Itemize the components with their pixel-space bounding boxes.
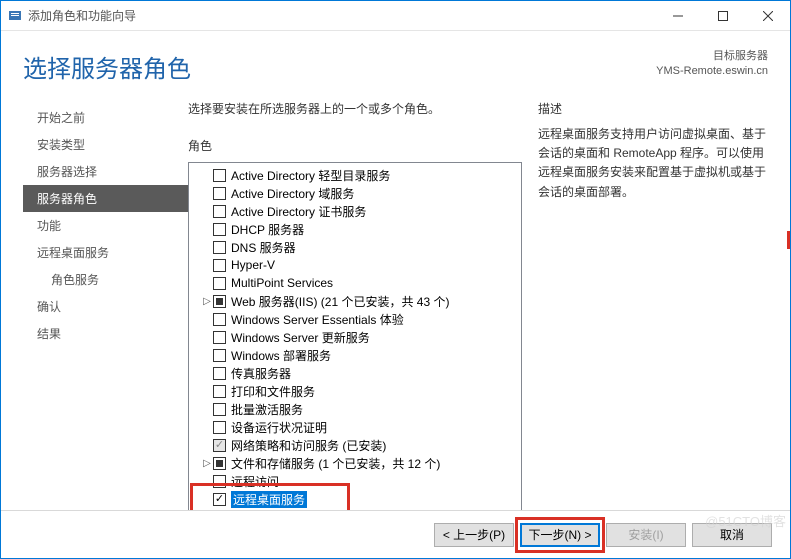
role-row[interactable]: DNS 服务器 (191, 238, 521, 256)
role-row[interactable]: 设备运行状况证明 (191, 418, 521, 436)
nav-item-2[interactable]: 服务器选择 (23, 158, 188, 185)
role-checkbox[interactable] (213, 313, 226, 326)
description-text: 远程桌面服务支持用户访问虚拟桌面、基于会话的桌面和 RemoteApp 程序。可… (538, 125, 768, 202)
destination-server: 目标服务器 YMS-Remote.eswin.cn (656, 49, 768, 84)
description-panel: 描述 远程桌面服务支持用户访问虚拟桌面、基于会话的桌面和 RemoteApp 程… (538, 100, 768, 510)
roles-panel: 选择要安装在所选服务器上的一个或多个角色。 角色 Active Director… (188, 100, 538, 510)
prev-button[interactable]: < 上一步(P) (434, 523, 514, 547)
role-checkbox[interactable] (213, 385, 226, 398)
role-row[interactable]: MultiPoint Services (191, 274, 521, 292)
role-label: 远程访问 (231, 473, 279, 490)
minimize-button[interactable] (655, 1, 700, 30)
role-row[interactable]: ▷ 文件和存储服务 (1 个已安装，共 12 个) (191, 454, 521, 472)
role-label: Active Directory 证书服务 (231, 203, 366, 220)
role-row[interactable]: Active Directory 证书服务 (191, 202, 521, 220)
role-row[interactable]: 网络策略和访问服务 (已安装) (191, 436, 521, 454)
role-checkbox[interactable] (213, 241, 226, 254)
footer: < 上一步(P) 下一步(N) > 安装(I) 取消 (1, 510, 790, 558)
role-checkbox[interactable] (213, 457, 226, 470)
role-row[interactable]: 打印和文件服务 (191, 382, 521, 400)
role-checkbox[interactable] (213, 421, 226, 434)
role-label: 传真服务器 (231, 365, 291, 382)
role-row[interactable]: 主机保护者服务 (191, 508, 521, 510)
window-title: 添加角色和功能向导 (28, 7, 655, 24)
role-label: Windows 部署服务 (231, 347, 331, 364)
role-label: 批量激活服务 (231, 401, 303, 418)
header: 选择服务器角色 目标服务器 YMS-Remote.eswin.cn (1, 31, 790, 84)
nav-item-6[interactable]: 角色服务 (23, 266, 188, 293)
role-row[interactable]: 远程桌面服务 (191, 490, 521, 508)
expand-icon[interactable]: ▷ (201, 458, 213, 469)
role-label: Active Directory 域服务 (231, 185, 354, 202)
role-row[interactable]: Active Directory 轻型目录服务 (191, 166, 521, 184)
role-checkbox[interactable] (213, 493, 226, 506)
description-title: 描述 (538, 100, 768, 117)
role-label: DNS 服务器 (231, 239, 296, 256)
role-row[interactable]: ▷ Web 服务器(IIS) (21 个已安装，共 43 个) (191, 292, 521, 310)
nav-sidebar: 开始之前安装类型服务器选择服务器角色功能远程桌面服务角色服务确认结果 (23, 100, 188, 510)
role-row[interactable]: Windows Server Essentials 体验 (191, 310, 521, 328)
role-checkbox[interactable] (213, 223, 226, 236)
role-label: Active Directory 轻型目录服务 (231, 167, 390, 184)
role-checkbox[interactable] (213, 367, 226, 380)
nav-item-3[interactable]: 服务器角色 (23, 185, 188, 212)
role-label: 主机保护者服务 (231, 509, 315, 511)
nav-item-1[interactable]: 安装类型 (23, 131, 188, 158)
role-label: Windows Server Essentials 体验 (231, 311, 404, 328)
role-row[interactable]: Active Directory 域服务 (191, 184, 521, 202)
role-checkbox[interactable] (213, 295, 226, 308)
next-button[interactable]: 下一步(N) > (520, 523, 600, 547)
role-row[interactable]: Windows 部署服务 (191, 346, 521, 364)
wizard-window: 添加角色和功能向导 选择服务器角色 目标服务器 YMS-Remote.eswin… (0, 0, 791, 559)
role-label: Web 服务器(IIS) (21 个已安装，共 43 个) (231, 293, 449, 310)
role-label: 设备运行状况证明 (231, 419, 327, 436)
role-checkbox[interactable] (213, 259, 226, 272)
role-row[interactable]: 批量激活服务 (191, 400, 521, 418)
role-checkbox[interactable] (213, 349, 226, 362)
role-checkbox[interactable] (213, 403, 226, 416)
close-button[interactable] (745, 1, 790, 30)
dest-server-name: YMS-Remote.eswin.cn (656, 64, 768, 79)
role-checkbox[interactable] (213, 277, 226, 290)
nav-item-8[interactable]: 结果 (23, 320, 188, 347)
app-icon (7, 8, 23, 24)
role-label: Hyper-V (231, 258, 275, 272)
instruction-text: 选择要安装在所选服务器上的一个或多个角色。 (188, 100, 522, 117)
role-label: 远程桌面服务 (231, 491, 307, 508)
role-row[interactable]: 远程访问 (191, 472, 521, 490)
page-title: 选择服务器角色 (23, 49, 656, 84)
role-label: DHCP 服务器 (231, 221, 304, 238)
role-label: MultiPoint Services (231, 276, 333, 290)
maximize-button[interactable] (700, 1, 745, 30)
nav-item-4[interactable]: 功能 (23, 212, 188, 239)
body: 开始之前安装类型服务器选择服务器角色功能远程桌面服务角色服务确认结果 选择要安装… (1, 84, 790, 510)
nav-item-0[interactable]: 开始之前 (23, 104, 188, 131)
install-button: 安装(I) (606, 523, 686, 547)
main-area: 选择要安装在所选服务器上的一个或多个角色。 角色 Active Director… (188, 100, 768, 510)
role-row[interactable]: DHCP 服务器 (191, 220, 521, 238)
expand-icon[interactable]: ▷ (201, 296, 213, 307)
nav-item-7[interactable]: 确认 (23, 293, 188, 320)
role-checkbox[interactable] (213, 331, 226, 344)
role-checkbox[interactable] (213, 439, 226, 452)
cancel-button[interactable]: 取消 (692, 523, 772, 547)
role-row[interactable]: Windows Server 更新服务 (191, 328, 521, 346)
role-label: 网络策略和访问服务 (已安装) (231, 437, 386, 454)
role-checkbox[interactable] (213, 169, 226, 182)
titlebar: 添加角色和功能向导 (1, 1, 790, 31)
roles-listbox[interactable]: Active Directory 轻型目录服务Active Directory … (188, 162, 522, 510)
role-label: Windows Server 更新服务 (231, 329, 370, 346)
role-row[interactable]: Hyper-V (191, 256, 521, 274)
annotation-edge (787, 231, 790, 249)
roles-title: 角色 (188, 137, 522, 154)
role-checkbox[interactable] (213, 187, 226, 200)
nav-item-5[interactable]: 远程桌面服务 (23, 239, 188, 266)
dest-label: 目标服务器 (656, 49, 768, 64)
role-checkbox[interactable] (213, 475, 226, 488)
role-checkbox[interactable] (213, 205, 226, 218)
role-label: 文件和存储服务 (1 个已安装，共 12 个) (231, 455, 440, 472)
role-label: 打印和文件服务 (231, 383, 315, 400)
role-row[interactable]: 传真服务器 (191, 364, 521, 382)
